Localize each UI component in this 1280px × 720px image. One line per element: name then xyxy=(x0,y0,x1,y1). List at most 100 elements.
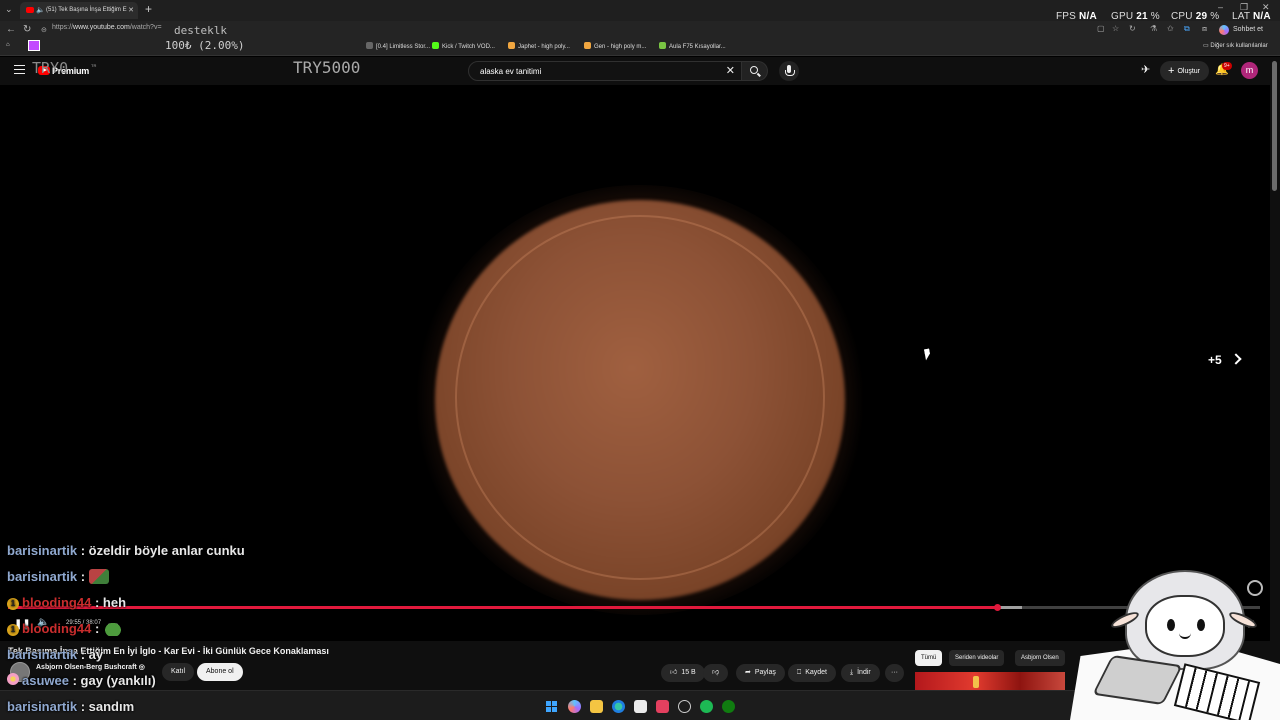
chip-channel[interactable]: Asbjorn Olsen xyxy=(1015,650,1065,666)
search-icon xyxy=(750,66,758,74)
sub-badge-icon: 1 xyxy=(7,624,19,636)
gpu-label: GPU xyxy=(1111,11,1134,22)
favorites-icon[interactable]: ✩ xyxy=(1167,24,1174,33)
bookmark-item[interactable]: Kick / Twitch VOD... xyxy=(432,42,495,50)
new-tab-plus-icon[interactable]: + xyxy=(145,2,152,16)
frog-emote-icon xyxy=(102,621,123,636)
url-field[interactable]: https://www.youtube.com/watch?v= xyxy=(52,24,162,31)
collections-icon[interactable]: ⧉ xyxy=(1184,24,1190,34)
cpu-readout: CPU 29 % xyxy=(1171,11,1219,22)
join-button[interactable]: Katıl xyxy=(162,663,195,681)
bookmark-item[interactable]: [0.4] Limitless Stor... xyxy=(366,42,430,50)
save-button[interactable]: ⎕ Kaydet xyxy=(788,664,836,682)
back-arrow-icon[interactable]: ← xyxy=(6,24,16,35)
other-bookmarks-label: Diğer sık kullanılanlar xyxy=(1210,43,1268,49)
mascot-eye xyxy=(1197,619,1205,631)
copilot-chat-button[interactable]: Sohbet et xyxy=(1219,23,1263,37)
tab-title: (51) Tek Başına İnşa Ettiğim E xyxy=(46,7,127,13)
search-button[interactable] xyxy=(742,61,768,81)
close-tab-icon[interactable]: ✕ xyxy=(128,2,134,19)
account-avatar[interactable]: m xyxy=(1241,62,1258,79)
chat-text: özeldir böyle anlar cunku xyxy=(88,543,245,558)
search-box[interactable]: alaska ev tanitimi ✕ xyxy=(468,61,742,81)
scrollbar-thumb[interactable] xyxy=(1272,61,1277,191)
favorite-star-icon[interactable]: ☆ xyxy=(1112,24,1119,33)
bookmark-label: Kick / Twitch VOD... xyxy=(442,44,495,50)
chat-username: blooding44 xyxy=(22,621,92,636)
chat-message: barisinartik : xyxy=(7,569,109,584)
url-domain: www.youtube.com xyxy=(73,24,130,31)
extension-refresh-icon[interactable]: ↻ xyxy=(1129,24,1136,33)
create-label: Oluştur xyxy=(1177,68,1200,75)
chat-username: barisinartik xyxy=(7,543,78,558)
cpu-label: CPU xyxy=(1171,11,1193,22)
mascot-mouth xyxy=(1179,633,1191,639)
windows-start-icon[interactable] xyxy=(546,701,557,712)
sub-badge-icon: 1 xyxy=(7,598,19,610)
app-icon[interactable] xyxy=(656,700,669,713)
lat-value: N/A xyxy=(1253,11,1271,22)
thumbs-up-icon: 👍︎ xyxy=(670,669,678,676)
chat-message: barisinartik : sandım xyxy=(7,699,135,714)
app-available-icon[interactable]: ▢ xyxy=(1097,24,1105,33)
subscribe-button[interactable]: Abone ol xyxy=(197,663,243,681)
bookmark-item[interactable]: Aula F75 Kısayollar... xyxy=(659,42,726,50)
like-button[interactable]: 👍︎ 15 B xyxy=(661,664,705,682)
site-info-icon[interactable]: ⊝ xyxy=(41,26,47,34)
xbox-icon[interactable] xyxy=(722,700,735,713)
chat-message: asuwee : gay (yankılı) xyxy=(7,673,156,688)
browser-tab-active[interactable]: 🔈 (51) Tek Başına İnşa Ettiğim E ✕ xyxy=(20,2,138,19)
extension-icon[interactable]: ⚗ xyxy=(1150,24,1157,33)
search-input[interactable]: alaska ev tanitimi xyxy=(480,67,541,76)
dislike-button[interactable]: 👎︎ xyxy=(703,664,729,682)
chip-series-videos[interactable]: Seriden videolar xyxy=(949,650,1005,666)
refresh-icon[interactable]: ↻ xyxy=(23,24,31,35)
chip-all[interactable]: Tümü xyxy=(915,650,943,666)
spotify-icon[interactable] xyxy=(700,700,713,713)
edge-browser-icon[interactable] xyxy=(612,700,625,713)
copilot-icon[interactable] xyxy=(568,700,581,713)
channel-name[interactable]: Asbjorn Olsen-Berg Bushcraft ◎ xyxy=(36,663,145,671)
chat-username: blooding44 xyxy=(22,595,92,610)
download-button[interactable]: ⤓ İndir xyxy=(841,664,880,682)
cast-icon[interactable]: ✈ xyxy=(1141,63,1150,76)
channel-name-text: Asbjorn Olsen-Berg Bushcraft xyxy=(36,664,137,671)
overlay-target-icon xyxy=(1247,580,1263,596)
chat-username: barisinartik xyxy=(7,699,78,714)
like-count: 15 B xyxy=(681,669,696,676)
file-explorer-icon[interactable] xyxy=(590,700,603,713)
chat-message: barisinartik : özeldir böyle anlar cunku xyxy=(7,543,245,558)
speaker-icon[interactable]: 🔈 xyxy=(36,2,45,19)
clear-search-icon[interactable]: ✕ xyxy=(726,64,735,77)
bookmark-label: Gen - high poly m... xyxy=(594,44,647,50)
gpu-readout: GPU 21 % xyxy=(1111,11,1160,22)
more-videos-count[interactable]: +5 xyxy=(1208,353,1222,367)
bookmark-favicon-icon xyxy=(366,42,373,49)
create-button[interactable]: + Oluştur xyxy=(1160,61,1209,81)
bookmark-favicon-icon xyxy=(584,42,591,49)
thumbs-down-icon: 👎︎ xyxy=(712,669,720,676)
settings-gear-icon[interactable] xyxy=(678,700,691,713)
extensions-puzzle-icon[interactable]: ⧈ xyxy=(1202,24,1207,34)
youtube-favicon-icon xyxy=(26,7,34,13)
menu-hamburger-icon[interactable] xyxy=(14,65,25,74)
flower-badge-icon xyxy=(7,673,19,685)
chevron-right-icon[interactable] xyxy=(1230,353,1242,365)
donation-goal-amount: TRY5000 xyxy=(293,58,361,77)
tab-list-chevron-icon[interactable]: ⌄ xyxy=(5,4,13,15)
store-icon[interactable] xyxy=(634,700,647,713)
share-button[interactable]: ➦ Paylaş xyxy=(736,664,785,682)
chat-text: ay xyxy=(88,647,104,662)
chat-message: barisinartik : ay xyxy=(7,647,104,662)
chat-text: heh xyxy=(102,595,127,610)
share-label: Paylaş xyxy=(754,669,776,676)
bookmark-item[interactable]: Gen - high poly m... xyxy=(584,42,646,50)
bookmark-item[interactable]: Japhet - high poly... xyxy=(508,42,570,50)
other-bookmarks[interactable]: ▭ Diğer sık kullanılanlar xyxy=(1203,42,1268,49)
youtube-masthead: Premium TR alaska ev tanitimi ✕ ✈ + Oluşt… xyxy=(0,57,1270,85)
mouse-cursor-icon xyxy=(924,348,931,361)
bookmark-folder-icon[interactable]: ⌂ xyxy=(6,42,10,48)
more-actions-button[interactable]: ··· xyxy=(885,664,904,682)
donation-goal-label: desteklk xyxy=(174,24,227,37)
voice-search-mic-icon[interactable] xyxy=(779,61,799,81)
